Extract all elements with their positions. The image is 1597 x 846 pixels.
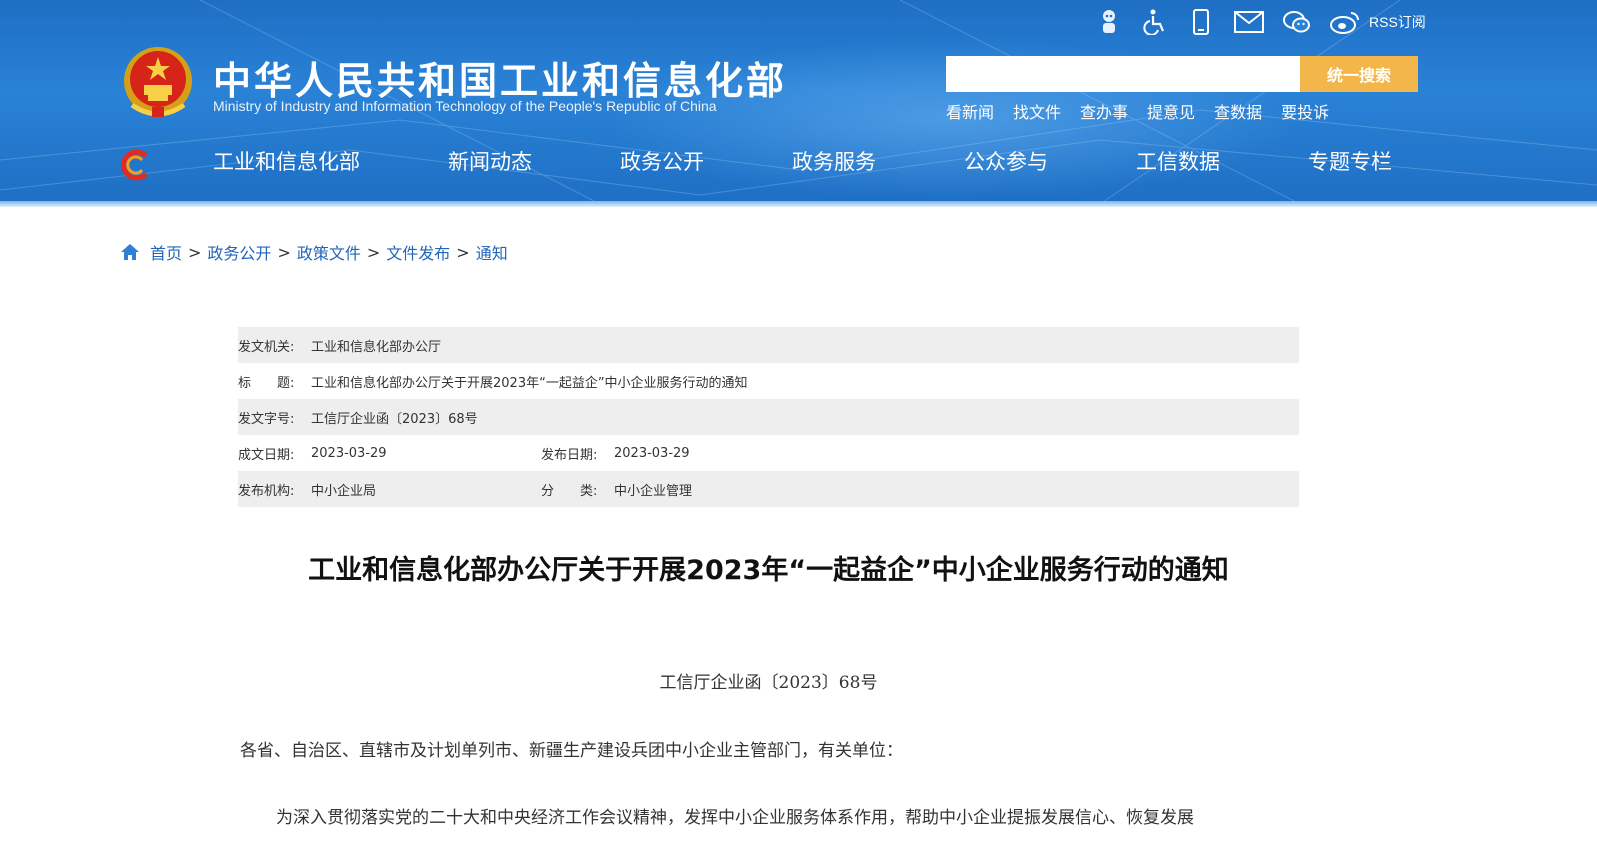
title-label: 标 题:	[238, 375, 295, 391]
quick-link-data[interactable]: 查数据	[1214, 99, 1262, 123]
published-date-value: 2023-03-29	[614, 445, 690, 461]
quick-link-services[interactable]: 查办事	[1080, 99, 1128, 123]
nav-item-data[interactable]: 工信数据	[1136, 146, 1220, 176]
article-doc-number: 工信厅企业函〔2023〕68号	[659, 673, 878, 693]
created-date-value: 2023-03-29	[311, 445, 387, 461]
meta-row-dates: 成文日期: 2023-03-29 发布日期: 2023-03-29	[238, 435, 1299, 471]
tool-bar: RSS订阅	[1095, 6, 1426, 38]
site-subtitle: Ministry of Industry and Information Tec…	[213, 98, 717, 114]
category-value: 中小企业管理	[614, 483, 693, 499]
ministry-logo-icon[interactable]	[118, 148, 152, 182]
breadcrumb-separator: >	[366, 242, 381, 262]
accessibility-icon[interactable]	[1141, 8, 1169, 36]
rss-link[interactable]: RSS订阅	[1369, 12, 1426, 32]
created-date-label: 成文日期:	[238, 447, 295, 463]
nav-item-news[interactable]: 新闻动态	[448, 146, 532, 176]
article-paragraph: 为深入贯彻落实党的二十大和中央经济工作会议精神，发挥中小企业服务体系作用，帮助中…	[276, 808, 1194, 828]
published-date-label: 发布日期:	[541, 447, 598, 463]
meta-row-title: 标 题: 工业和信息化部办公厅关于开展2023年“一起益企”中小企业服务行动的通…	[238, 363, 1299, 399]
quick-link-news[interactable]: 看新闻	[946, 99, 994, 123]
weibo-icon[interactable]	[1329, 8, 1361, 36]
breadcrumb-policy-files[interactable]: 政策文件	[297, 240, 361, 264]
robot-icon[interactable]	[1095, 8, 1123, 36]
document-metadata: 发文机关: 工业和信息化部办公厅 标 题: 工业和信息化部办公厅关于开展2023…	[238, 327, 1299, 507]
nav-item-government-services[interactable]: 政务服务	[792, 146, 876, 176]
header-divider	[0, 201, 1597, 207]
breadcrumb-separator: >	[188, 242, 202, 262]
mobile-icon[interactable]	[1187, 8, 1215, 36]
nav-item-public-participation[interactable]: 公众参与	[964, 146, 1048, 176]
nav-item-special-topics[interactable]: 专题专栏	[1308, 146, 1392, 176]
docno-value: 工信厅企业函〔2023〕68号	[311, 411, 478, 427]
article-salutation: 各省、自治区、直辖市及计划单列市、新疆生产建设兵团中小企业主管部门，有关单位：	[240, 741, 903, 761]
wechat-icon[interactable]	[1283, 8, 1311, 36]
article-title: 工业和信息化部办公厅关于开展2023年“一起益企”中小企业服务行动的通知	[308, 555, 1229, 586]
home-icon[interactable]	[120, 242, 140, 262]
site-header: 中华人民共和国工业和信息化部 Ministry of Industry and …	[0, 0, 1597, 204]
meta-row-issuer: 发文机关: 工业和信息化部办公厅	[238, 327, 1299, 363]
agency-label: 发布机构:	[238, 483, 295, 499]
nav-item-ministry[interactable]: 工业和信息化部	[213, 146, 360, 176]
meta-row-docno: 发文字号: 工信厅企业函〔2023〕68号	[238, 399, 1299, 435]
national-emblem-icon	[124, 47, 192, 117]
search-button[interactable]: 统一搜索	[1300, 56, 1418, 92]
breadcrumb-separator: >	[277, 242, 291, 262]
docno-label: 发文字号:	[238, 411, 295, 427]
mail-icon[interactable]	[1233, 8, 1265, 36]
site-title: 中华人民共和国工业和信息化部	[213, 59, 788, 103]
nav-item-government-affairs[interactable]: 政务公开	[620, 146, 704, 176]
quick-link-complaint[interactable]: 要投诉	[1281, 99, 1329, 123]
breadcrumb-government-affairs[interactable]: 政务公开	[207, 240, 271, 264]
breadcrumb-notice[interactable]: 通知	[476, 240, 508, 264]
issuer-value: 工业和信息化部办公厅	[311, 339, 442, 355]
quick-links: 看新闻 找文件 查办事 提意见 查数据 要投诉	[946, 99, 1348, 123]
quick-link-files[interactable]: 找文件	[1013, 99, 1061, 123]
category-label: 分 类:	[541, 483, 598, 499]
meta-row-agency: 发布机构: 中小企业局 分 类: 中小企业管理	[238, 471, 1299, 507]
breadcrumb-separator: >	[456, 242, 470, 262]
breadcrumb-home[interactable]: 首页	[150, 240, 182, 264]
title-value: 工业和信息化部办公厅关于开展2023年“一起益企”中小企业服务行动的通知	[311, 375, 748, 391]
quick-link-feedback[interactable]: 提意见	[1147, 99, 1195, 123]
agency-value: 中小企业局	[311, 483, 377, 499]
search-input[interactable]	[946, 56, 1300, 92]
breadcrumb: 首页 > 政务公开 > 政策文件 > 文件发布 > 通知	[120, 240, 508, 264]
issuer-label: 发文机关:	[238, 339, 295, 355]
breadcrumb-file-release[interactable]: 文件发布	[386, 240, 450, 264]
